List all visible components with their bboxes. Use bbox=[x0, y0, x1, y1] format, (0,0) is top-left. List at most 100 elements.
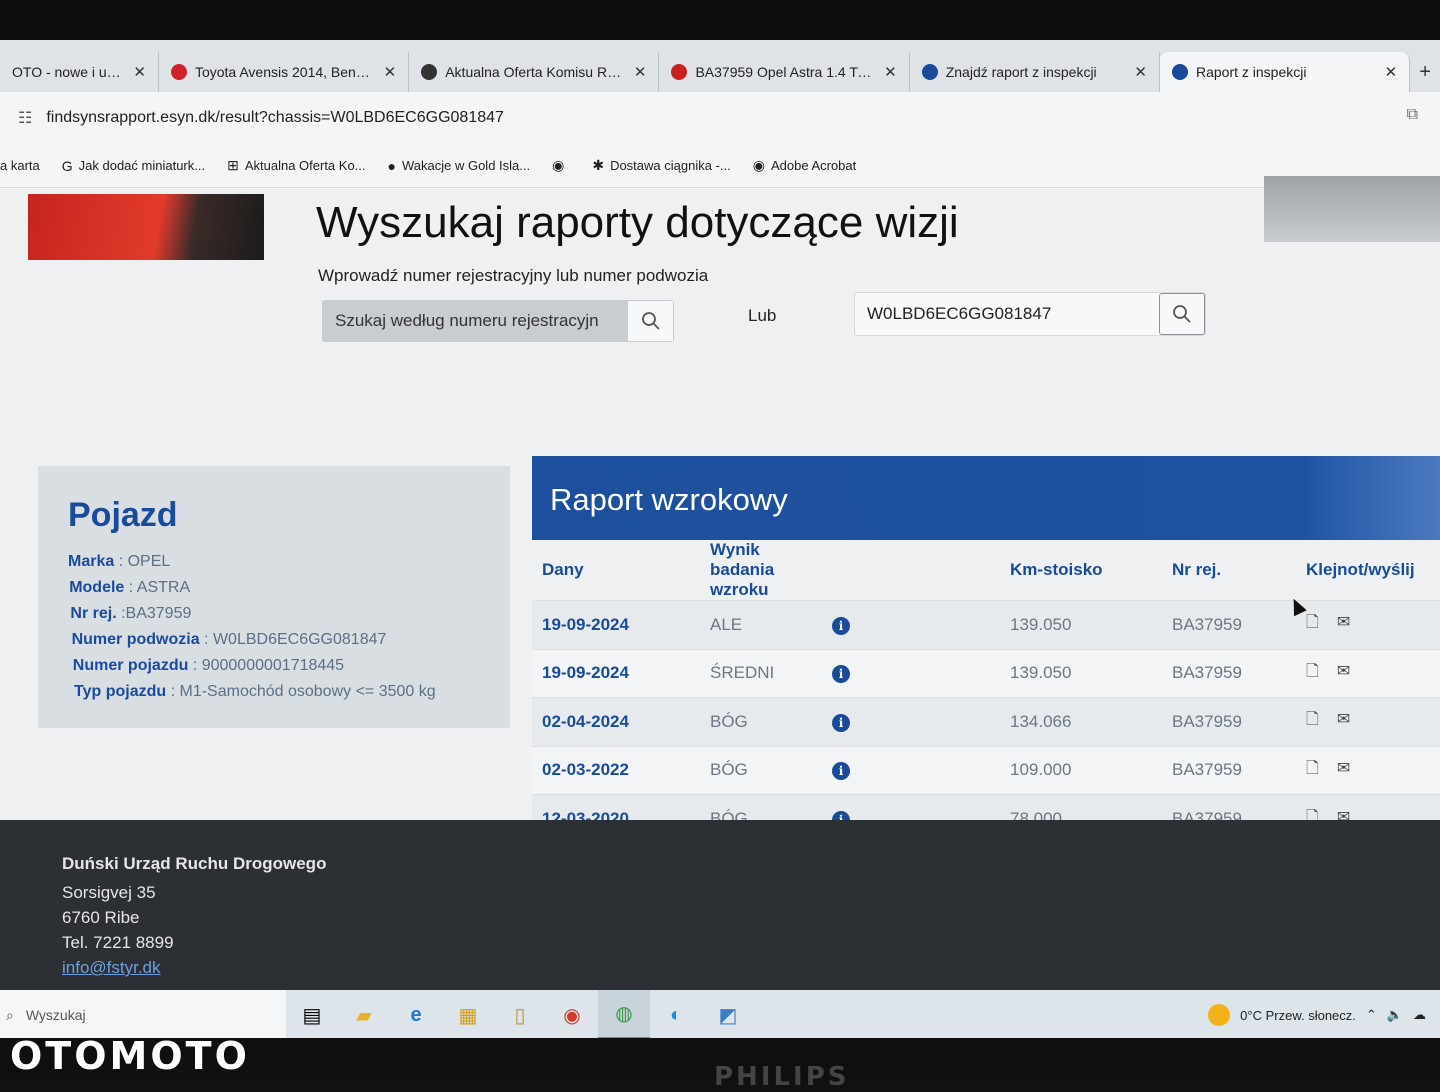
page-title: Wyszukaj raporty dotyczące wizji bbox=[316, 198, 959, 247]
bookmark-item[interactable]: ● Wakacje w Gold Isla... bbox=[388, 158, 531, 174]
chassis-search-button[interactable] bbox=[1159, 293, 1205, 335]
page-content: Wyszukaj raporty dotyczące wizji Wprowad… bbox=[0, 176, 1440, 843]
info-icon[interactable]: i bbox=[832, 713, 850, 732]
vehicle-field-value: OPEL bbox=[127, 553, 171, 570]
bookmark-item[interactable]: ◉ Adobe Acrobat bbox=[753, 157, 857, 174]
table-row: 19-09-2024 ŚREDNI i 139.050 BA37959 🗋 ✉ bbox=[532, 648, 1440, 698]
banner-image-right bbox=[1264, 176, 1440, 242]
bookmark-item[interactable]: ✱ Dostawa ciągnika -... bbox=[592, 157, 730, 174]
task-view-icon[interactable]: ▤ bbox=[286, 990, 338, 1040]
weather-text[interactable]: 0°C Przew. słonecz. bbox=[1240, 1008, 1356, 1023]
taskbar: ⌕ Wyszukaj ▤ ▰ e ▦ ▯ ◉ ◍ ◐ ◩ 0°C Przew. … bbox=[0, 990, 1440, 1040]
send-email-icon[interactable]: ✉ bbox=[1337, 661, 1350, 681]
close-icon[interactable]: ✕ bbox=[634, 63, 647, 81]
browser-tab[interactable]: Znajdź raport z inspekcji ✕ bbox=[910, 52, 1160, 92]
chevron-up-icon[interactable]: ⌃ bbox=[1366, 1007, 1377, 1023]
address-bar[interactable]: ☷ findsynsrapport.esyn.dk/result?chassis… bbox=[0, 92, 1440, 144]
vehicle-field: Numer podwozia : W0LBD6EC6GG081847 bbox=[68, 627, 510, 653]
send-email-icon[interactable]: ✉ bbox=[1337, 612, 1350, 632]
vehicle-field-separator: : bbox=[124, 579, 137, 596]
footer-email-link[interactable]: info@fstyr.dk bbox=[62, 958, 161, 977]
vehicle-field: Typ pojazdu : M1-Samochód osobowy <= 350… bbox=[68, 679, 510, 705]
save-document-icon[interactable]: 🗋 bbox=[1306, 660, 1319, 687]
taskbar-search-placeholder: Wyszukaj bbox=[25, 1007, 86, 1023]
chassis-search-input[interactable] bbox=[855, 293, 1159, 335]
report-date-cell: 19-09-2024 bbox=[532, 648, 700, 698]
column-header: Km-stoisko bbox=[1000, 540, 1162, 601]
tab-label: Toyota Avensis 2014, Benzyna bbox=[194, 64, 376, 80]
report-info-cell: i bbox=[822, 697, 1000, 746]
remote-app-icon[interactable]: ◩ bbox=[702, 990, 754, 1040]
close-icon[interactable]: ✕ bbox=[1385, 63, 1398, 81]
info-icon[interactable]: i bbox=[832, 762, 850, 781]
save-document-icon[interactable]: 🗋 bbox=[1306, 708, 1319, 735]
vehicle-field-separator: : bbox=[114, 553, 128, 570]
bookmark-item[interactable]: ⊞ Aktualna Oferta Ko... bbox=[227, 157, 365, 174]
file-explorer-icon[interactable]: ▰ bbox=[338, 990, 390, 1040]
registration-search bbox=[322, 300, 674, 342]
notepad-icon[interactable]: ▯ bbox=[494, 990, 546, 1040]
taskbar-search[interactable]: ⌕ Wyszukaj bbox=[0, 990, 286, 1040]
edge-icon[interactable]: ◐ bbox=[650, 990, 702, 1040]
registration-search-input[interactable] bbox=[323, 301, 627, 341]
close-icon[interactable]: ✕ bbox=[133, 63, 146, 81]
site-info-icon[interactable]: ☷ bbox=[18, 108, 32, 128]
search-icon bbox=[1173, 305, 1191, 323]
report-date-cell: 02-03-2022 bbox=[532, 745, 700, 795]
screen: OTO - nowe i używane✕Toyota Avensis 2014… bbox=[0, 40, 1440, 1040]
chrome-icon[interactable]: ◍ bbox=[598, 990, 650, 1040]
cloud-icon[interactable]: ☁ bbox=[1413, 1007, 1426, 1023]
internet-explorer-icon[interactable]: e bbox=[390, 990, 442, 1040]
volume-icon[interactable]: 🔈 bbox=[1387, 1007, 1403, 1023]
report-reg-cell: BA37959 bbox=[1162, 697, 1296, 746]
report-table: Dany Wynik badania wzroku Km-stoisko Nr rej… bbox=[532, 540, 1440, 843]
report-result-cell: BÓG bbox=[700, 745, 822, 795]
acrobat-icon[interactable]: ◉ bbox=[546, 990, 598, 1040]
close-icon[interactable]: ✕ bbox=[384, 63, 397, 81]
tab-label: Aktualna Oferta Komisu RRauto bbox=[445, 64, 626, 80]
tab-label: Znajdź raport z inspekcji bbox=[945, 64, 1097, 80]
bookmark-icon: G bbox=[61, 157, 73, 174]
info-icon[interactable]: i bbox=[832, 616, 850, 635]
tab-label: Raport z inspekcji bbox=[1195, 64, 1307, 80]
tab-favicon-icon bbox=[170, 64, 187, 80]
report-date-cell: 19-09-2024 bbox=[532, 600, 700, 649]
send-email-icon[interactable]: ✉ bbox=[1337, 758, 1350, 778]
tab-bar: OTO - nowe i używane✕Toyota Avensis 2014… bbox=[0, 40, 1440, 92]
browser-tab[interactable]: Toyota Avensis 2014, Benzyna ✕ bbox=[159, 52, 410, 92]
bookmark-item[interactable]: ◉ bbox=[552, 157, 570, 174]
url-text[interactable]: findsynsrapport.esyn.dk/result?chassis=W… bbox=[46, 109, 504, 127]
report-reg-cell: BA37959 bbox=[1162, 600, 1296, 649]
report-actions-cell: 🗋 ✉ bbox=[1296, 697, 1440, 746]
close-icon[interactable]: ✕ bbox=[884, 63, 897, 81]
send-email-icon[interactable]: ✉ bbox=[1337, 709, 1350, 729]
save-document-icon[interactable]: 🗋 bbox=[1306, 757, 1319, 784]
browser-tab[interactable]: Raport z inspekcji ✕ bbox=[1159, 52, 1411, 92]
report-km-cell: 109.000 bbox=[1000, 745, 1162, 795]
vehicle-field-value: ASTRA bbox=[136, 579, 191, 596]
browser-tab[interactable]: BA37959 Opel Astra 1.4 Turbo ✕ bbox=[659, 52, 910, 92]
browser-tab[interactable]: OTO - nowe i używane ✕ bbox=[0, 52, 159, 92]
close-icon[interactable]: ✕ bbox=[1134, 63, 1147, 81]
translate-icon[interactable]: ⧉ bbox=[1407, 106, 1418, 124]
vehicle-field-key: Nr rej. bbox=[70, 605, 117, 622]
vehicle-field-separator: : bbox=[166, 683, 180, 700]
footer-org: Duński Urząd Ruchu Drogowego bbox=[62, 854, 327, 873]
store-icon[interactable]: ▦ bbox=[442, 990, 494, 1040]
monitor-brand-logo: PHILIPS bbox=[714, 1062, 850, 1092]
tab-favicon-icon bbox=[671, 64, 688, 80]
bookmark-icon: ✱ bbox=[592, 157, 605, 173]
report-km-cell: 139.050 bbox=[1000, 648, 1162, 698]
new-tab-button[interactable]: + bbox=[1410, 52, 1440, 92]
column-header: Nr rej. bbox=[1162, 540, 1296, 601]
bookmark-icon: ⊞ bbox=[227, 157, 239, 173]
vehicle-field-key: Marka bbox=[68, 553, 115, 570]
vehicle-field-value: 9000000001718445 bbox=[201, 657, 345, 674]
registration-search-button[interactable] bbox=[627, 301, 673, 341]
browser-tab[interactable]: Aktualna Oferta Komisu RRauto ✕ bbox=[409, 52, 660, 92]
info-icon[interactable]: i bbox=[832, 665, 850, 684]
report-reg-cell: BA37959 bbox=[1162, 745, 1296, 795]
bookmark-item[interactable]: a karta bbox=[0, 158, 40, 173]
bookmark-item[interactable]: G Jak dodać miniaturk... bbox=[62, 158, 205, 174]
save-document-icon[interactable]: 🗋 bbox=[1306, 611, 1319, 638]
